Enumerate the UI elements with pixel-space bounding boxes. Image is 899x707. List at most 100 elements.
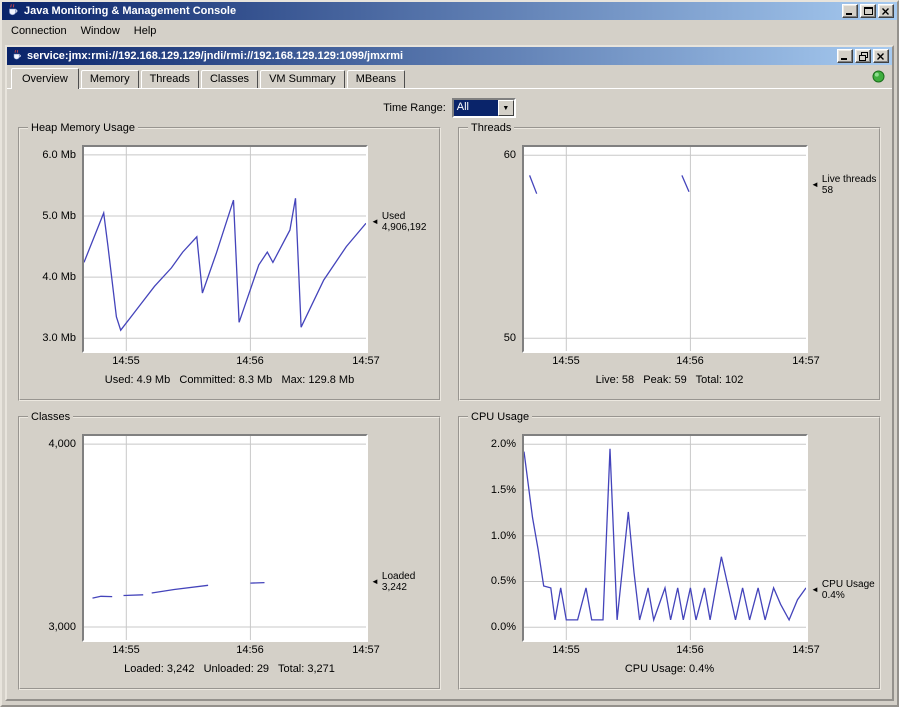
y-axis-tick-label: 3.0 Mb xyxy=(42,333,76,343)
x-axis-tick-label: 14:57 xyxy=(792,355,820,367)
y-axis: 2.0% 1.5% 1.0% 0.5% 0.0% xyxy=(466,434,522,642)
tab-overview[interactable]: Overview xyxy=(11,68,79,89)
chart-panel-classes: Classes 4,0003,000 ◄Loaded3,242 14:5514:… xyxy=(18,416,441,690)
close-icon xyxy=(882,8,890,15)
plot-area xyxy=(82,434,368,642)
dropdown-button[interactable]: ▼ xyxy=(498,100,514,116)
charts-grid: Heap Memory Usage 6.0 Mb 5.0 Mb 4.0 Mb 3.0 … xyxy=(7,123,892,699)
x-axis-tick-label: 14:55 xyxy=(112,644,140,656)
minimize-icon xyxy=(841,53,849,60)
annotation-text: Live threads58 xyxy=(822,174,876,196)
chart-panel-threads: Threads 6050 ◄Live threads58 14:5514:561… xyxy=(458,127,881,401)
x-axis-tick-label: 14:57 xyxy=(792,644,820,656)
java-cup-icon xyxy=(6,3,20,20)
chart-panel-heap-memory-usage: Heap Memory Usage 6.0 Mb5.0 Mb4.0 Mb3.0 … xyxy=(18,127,441,401)
y-axis: 60 50 xyxy=(466,145,522,353)
y-axis-tick-label: 0.0% xyxy=(491,622,516,632)
tab-vm-summary[interactable]: VM Summary xyxy=(260,70,345,88)
plot-area xyxy=(82,145,368,353)
x-axis-tick-label: 14:55 xyxy=(552,355,580,367)
y-axis-tick-label: 6.0 Mb xyxy=(42,150,76,160)
chart-annotation: ◄Live threads58 xyxy=(808,145,873,353)
time-range-select[interactable]: All ▼ xyxy=(452,98,516,118)
x-axis-tick-label: 14:56 xyxy=(236,355,264,367)
jconsole-window: Java Monitoring & Management Console Con… xyxy=(0,0,899,707)
y-axis-tick-label: 60 xyxy=(504,150,516,160)
mdi-workspace: service:jmx:rmi://192.168.129.129/jndi/r… xyxy=(2,41,897,705)
tab-memory[interactable]: Memory xyxy=(81,70,139,88)
y-axis-tick-label: 1.5% xyxy=(491,485,516,495)
y-axis-tick-label: 1.0% xyxy=(491,531,516,541)
annotation-arrow-icon: ◄ xyxy=(811,181,819,189)
tab-classes[interactable]: Classes xyxy=(201,70,258,88)
minimize-icon xyxy=(846,8,854,15)
x-axis-tick-label: 14:55 xyxy=(112,355,140,367)
plot-area xyxy=(522,434,808,642)
connection-status-icon[interactable] xyxy=(872,70,885,86)
plot-area xyxy=(522,145,808,353)
main-titlebar[interactable]: Java Monitoring & Management Console xyxy=(2,2,897,20)
annotation-text: Loaded3,242 xyxy=(382,571,415,593)
y-axis-tick-label: 5.0 Mb xyxy=(42,211,76,221)
y-axis: 4,0003,000 xyxy=(26,434,82,642)
annotation-arrow-icon: ◄ xyxy=(811,586,819,594)
classes-line-chart xyxy=(84,436,366,640)
chart-panel-cpu-usage: CPU Usage 2.0%1.5%1.0%0.5%0.0% ◄CPU Usag… xyxy=(458,416,881,690)
x-axis-tick-label: 14:56 xyxy=(236,644,264,656)
chart-status: Loaded: 3,242 Unloaded: 29 Total: 3,271 xyxy=(26,663,433,675)
close-button[interactable] xyxy=(878,4,894,18)
maximize-icon xyxy=(864,7,873,15)
child-minimize-button[interactable] xyxy=(837,49,853,63)
connection-window: service:jmx:rmi://192.168.129.129/jndi/r… xyxy=(5,45,894,701)
annotation-arrow-icon: ◄ xyxy=(371,578,379,586)
chart-annotation: ◄CPU Usage0.4% xyxy=(808,434,873,642)
tab-strip: Overview Memory Threads Classes VM Summa… xyxy=(7,65,892,88)
x-axis-tick-label: 14:56 xyxy=(676,644,704,656)
chart-status: CPU Usage: 0.4% xyxy=(466,663,873,675)
connection-title: service:jmx:rmi://192.168.129.129/jndi/r… xyxy=(27,50,833,62)
tab-threads[interactable]: Threads xyxy=(141,70,199,88)
x-axis: 14:5514:5614:57 xyxy=(522,353,808,368)
x-axis-tick-label: 14:57 xyxy=(352,644,380,656)
time-range-value: All xyxy=(454,100,498,116)
menu-item-connection[interactable]: Connection xyxy=(4,22,74,40)
chart-status: Used: 4.9 Mb Committed: 8.3 Mb Max: 129.… xyxy=(26,374,433,386)
y-axis-tick-label: 3,000 xyxy=(48,622,76,632)
restore-icon xyxy=(859,52,868,61)
x-axis-tick-label: 14:57 xyxy=(352,355,380,367)
annotation-text: CPU Usage0.4% xyxy=(822,579,875,601)
time-range-label: Time Range: xyxy=(383,102,446,114)
close-icon xyxy=(877,53,885,60)
time-range-row: Time Range: All ▼ xyxy=(7,89,892,123)
overview-tab-panel: Time Range: All ▼ Heap Memory Usage 6.0 … xyxy=(7,88,892,699)
annotation-text: Used4,906,192 xyxy=(382,211,427,233)
x-axis: 14:5514:5614:57 xyxy=(522,642,808,657)
menu-item-help[interactable]: Help xyxy=(127,22,164,40)
java-cup-icon xyxy=(11,49,23,64)
window-title: Java Monitoring & Management Console xyxy=(24,5,838,17)
annotation-arrow-icon: ◄ xyxy=(371,218,379,226)
maximize-button[interactable] xyxy=(860,4,876,18)
y-axis-tick-label: 50 xyxy=(504,333,516,343)
y-axis-tick-label: 4.0 Mb xyxy=(42,272,76,282)
child-restore-button[interactable] xyxy=(855,49,871,63)
x-axis-tick-label: 14:56 xyxy=(676,355,704,367)
chart-annotation: ◄Loaded3,242 xyxy=(368,434,433,642)
connection-titlebar[interactable]: service:jmx:rmi://192.168.129.129/jndi/r… xyxy=(7,47,892,65)
child-close-button[interactable] xyxy=(873,49,889,63)
tab-mbeans[interactable]: MBeans xyxy=(347,70,405,88)
y-axis-tick-label: 0.5% xyxy=(491,576,516,586)
y-axis-tick-label: 2.0% xyxy=(491,439,516,449)
chart-panel-title: Threads xyxy=(468,121,514,135)
heap-line-chart xyxy=(84,147,366,351)
menu-item-window[interactable]: Window xyxy=(74,22,127,40)
chart-panel-title: Heap Memory Usage xyxy=(28,121,138,135)
chart-panel-title: Classes xyxy=(28,410,73,424)
chart-panel-title: CPU Usage xyxy=(468,410,532,424)
x-axis-tick-label: 14:55 xyxy=(552,644,580,656)
y-axis: 6.0 Mb 5.0 Mb 4.0 Mb 3.0 Mb xyxy=(26,145,82,353)
threads-line-chart xyxy=(524,147,806,351)
chart-annotation: ◄Used4,906,192 xyxy=(368,145,433,353)
menu-bar: Connection Window Help xyxy=(2,20,897,41)
minimize-button[interactable] xyxy=(842,4,858,18)
